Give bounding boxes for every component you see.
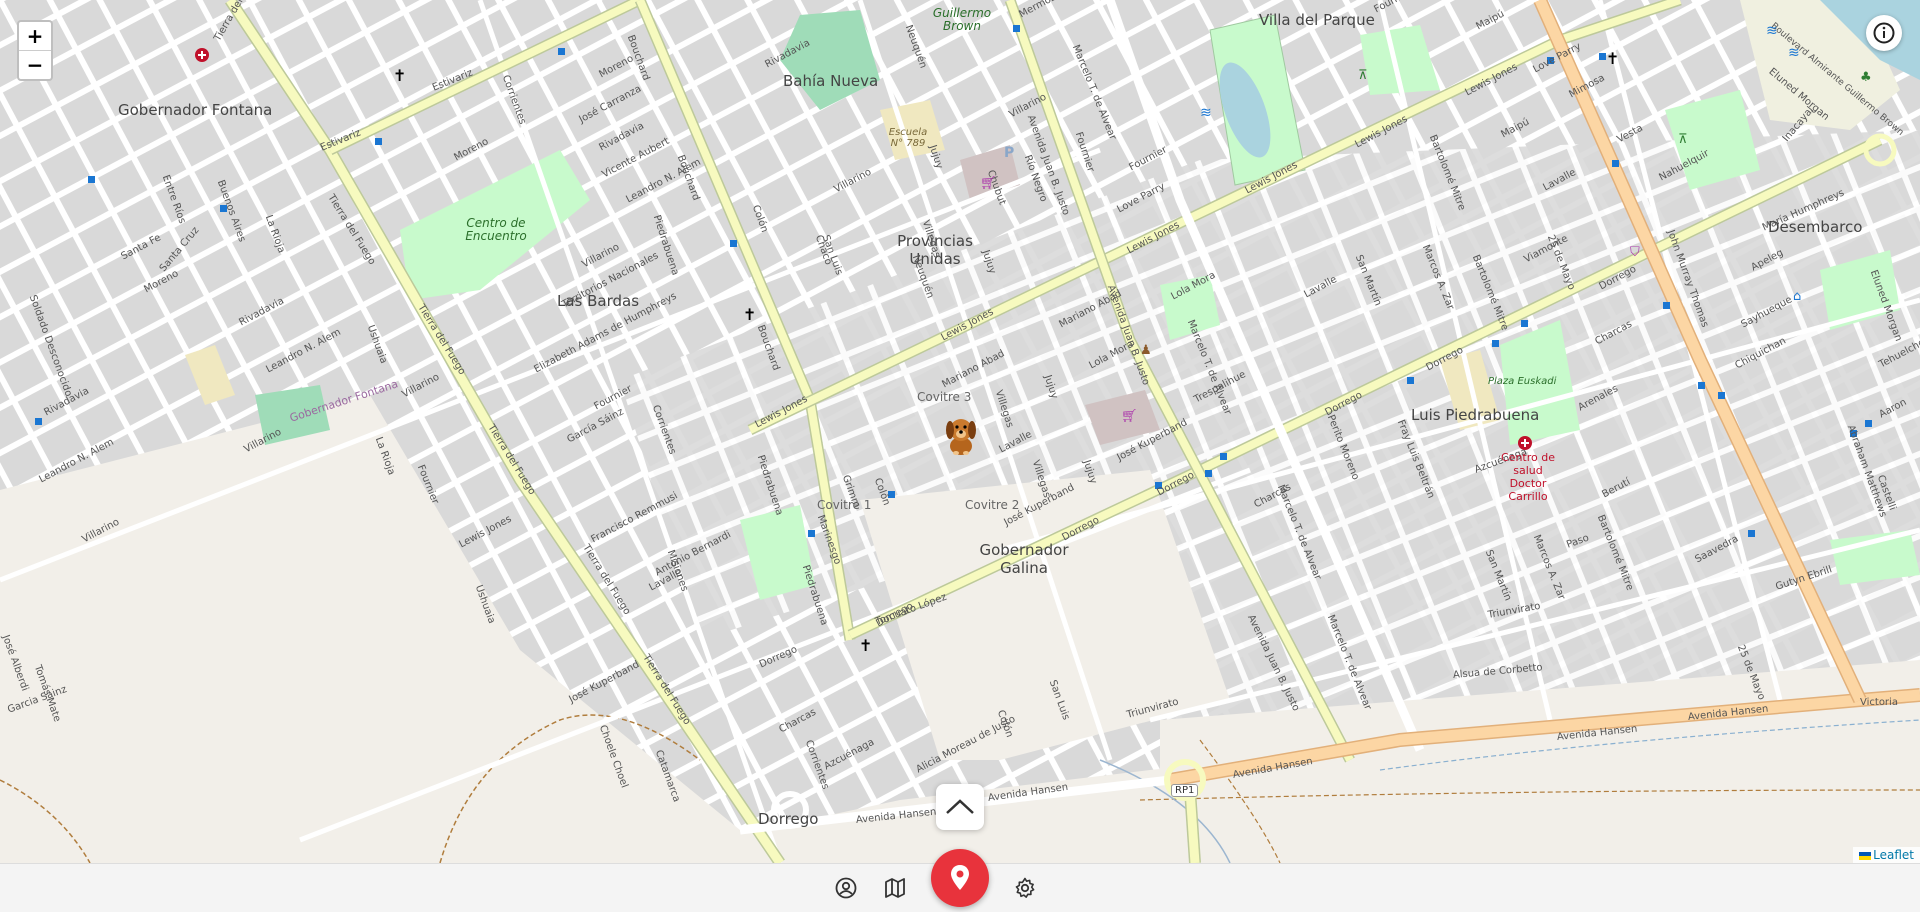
profile-icon xyxy=(835,877,857,899)
place-label: Gobernador Galina xyxy=(979,541,1069,577)
hospital-icon[interactable] xyxy=(1517,435,1533,451)
chevron-up-icon xyxy=(946,799,974,814)
zoom-in-button[interactable]: + xyxy=(19,22,51,50)
map-icon xyxy=(885,878,905,898)
church-icon: ✝ xyxy=(859,636,873,655)
attribution[interactable]: Leaflet xyxy=(1853,847,1920,863)
church-icon: ✝ xyxy=(743,305,757,324)
park-label: Guillermo Brown xyxy=(932,6,992,33)
flag-icon xyxy=(1859,851,1872,860)
location-pin-icon xyxy=(951,865,969,890)
zoom-out-button[interactable]: − xyxy=(19,50,51,79)
place-label: Gobernador Fontana xyxy=(118,101,273,119)
expand-panel-button[interactable] xyxy=(936,784,984,830)
area-label: Covitre 3 xyxy=(917,390,972,404)
settings-button[interactable] xyxy=(1013,876,1037,900)
bank-icon: ⌂ xyxy=(1793,289,1802,304)
place-label: Luis Piedrabuena xyxy=(1411,406,1540,424)
park-label: Centro de Encuentro xyxy=(465,216,527,243)
profile-button[interactable] xyxy=(834,876,858,900)
info-icon xyxy=(1873,22,1895,44)
church-icon: ✝ xyxy=(393,66,407,85)
shop-icon: ⛉ xyxy=(1630,245,1640,260)
leaflet-link[interactable]: Leaflet xyxy=(1873,848,1914,862)
park-label: Plaza Euskadi xyxy=(1488,376,1557,387)
water-icon: ≋ xyxy=(1788,45,1800,61)
area-label: Covitre 2 xyxy=(965,498,1020,512)
area-label: Covitre 1 xyxy=(817,498,872,512)
church-icon: ✝ xyxy=(1606,49,1620,68)
place-label: Villa del Parque xyxy=(1259,11,1375,29)
route-badge: RP1 xyxy=(1171,784,1199,797)
map-canvas[interactable]: Gobernador Fontana Las Bardas Bahía Nuev… xyxy=(0,0,1920,863)
water-icon: ≋ xyxy=(1200,105,1212,121)
picnic-icon: ⊼ xyxy=(1358,68,1368,83)
settings-icon xyxy=(1015,877,1035,898)
health-center-label: Centro de salud Doctor Carrillo xyxy=(1501,451,1555,503)
parking-icon: P xyxy=(1004,145,1015,161)
shop-icon: 🛒︎ xyxy=(980,176,997,191)
water-icon: ≋ xyxy=(1766,23,1778,39)
place-label: Bahía Nueva xyxy=(783,72,879,90)
dog-marker-icon[interactable] xyxy=(943,414,979,456)
shop-icon: 🛒︎ xyxy=(1121,409,1138,424)
zoom-control: + − xyxy=(17,20,53,81)
location-button[interactable] xyxy=(931,849,989,907)
tree-icon: ♣ xyxy=(1860,70,1872,85)
school-label: Escuela N° 789 xyxy=(888,127,928,149)
place-label: Dorrego xyxy=(758,810,819,828)
map-button[interactable] xyxy=(883,876,907,900)
picnic-icon: ⊼ xyxy=(1678,132,1688,147)
hospital-icon[interactable] xyxy=(194,47,210,63)
artwork-icon: ♟ xyxy=(1140,343,1152,358)
street-label: Victoria xyxy=(1860,697,1898,708)
info-button[interactable] xyxy=(1866,15,1902,51)
